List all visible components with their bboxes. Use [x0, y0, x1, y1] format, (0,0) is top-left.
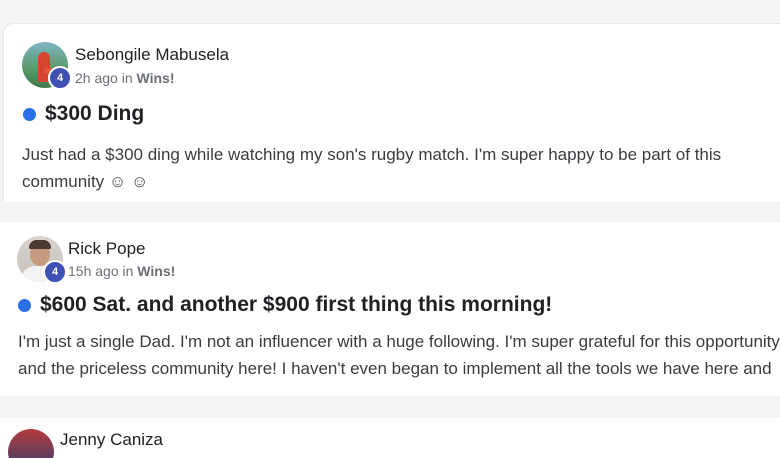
post-time: 15h ago: [68, 263, 119, 279]
post-body: I'm just a single Dad. I'm not an influe…: [18, 328, 780, 382]
avatar[interactable]: [8, 429, 54, 458]
in-label: in: [122, 263, 134, 279]
author-name[interactable]: Rick Pope: [68, 239, 145, 259]
post-title[interactable]: $300 Ding: [45, 102, 144, 126]
post-body-line: community ☺ ☺: [22, 172, 149, 191]
post-title[interactable]: $600 Sat. and another $900 first thing t…: [40, 293, 552, 317]
post-meta: 15h ago in Wins!: [68, 263, 175, 279]
post-body-line: Just had a $300 ding while watching my s…: [22, 145, 722, 164]
post-card[interactable]: 4 Rick Pope 15h ago in Wins! $600 Sat. a…: [0, 222, 780, 396]
post-body-line: I'm just a single Dad. I'm not an influe…: [18, 332, 780, 351]
avatar[interactable]: 4: [22, 42, 72, 90]
post-title-row[interactable]: $300 Ding: [23, 102, 144, 126]
level-badge: 4: [48, 66, 72, 90]
category-link[interactable]: Wins!: [137, 263, 175, 279]
avatar-image: [8, 429, 54, 458]
post-title-row[interactable]: $600 Sat. and another $900 first thing t…: [18, 293, 552, 317]
post-body-line: and the priceless community here! I have…: [18, 359, 772, 378]
avatar[interactable]: 4: [17, 236, 67, 284]
level-badge: 4: [43, 260, 67, 284]
unread-dot-icon: [18, 298, 31, 312]
category-link[interactable]: Wins!: [137, 70, 175, 86]
author-name[interactable]: Jenny Caniza: [60, 430, 163, 450]
unread-dot-icon: [23, 107, 36, 121]
post-card[interactable]: Jenny Caniza: [0, 418, 780, 458]
post-card[interactable]: 4 Sebongile Mabusela 2h ago in Wins! $30…: [3, 23, 780, 202]
author-name[interactable]: Sebongile Mabusela: [75, 45, 229, 65]
post-time: 2h ago: [75, 70, 118, 86]
post-body: Just had a $300 ding while watching my s…: [22, 141, 721, 195]
post-meta: 2h ago in Wins!: [75, 70, 175, 86]
in-label: in: [121, 70, 133, 86]
